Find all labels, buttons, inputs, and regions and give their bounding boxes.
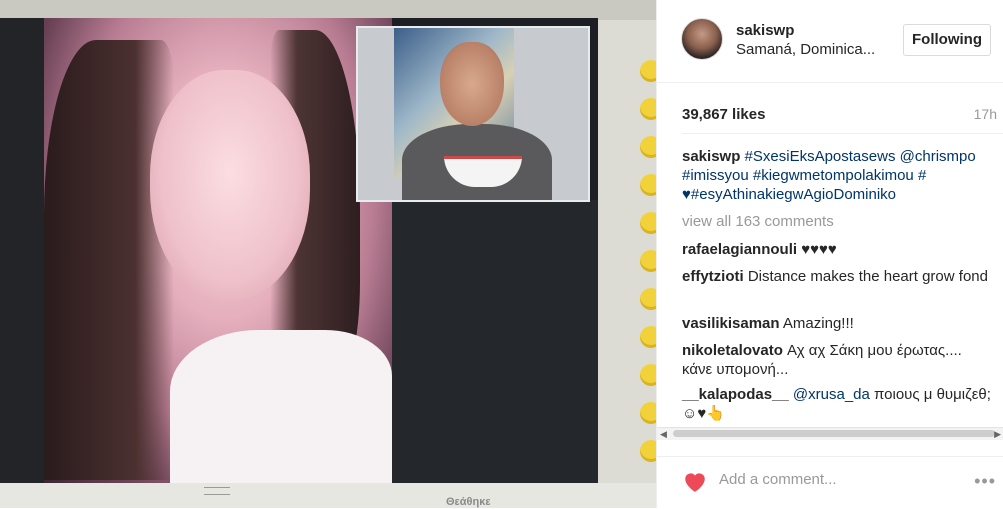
following-button[interactable]: Following (903, 24, 991, 56)
smiley-icon (640, 402, 656, 424)
comment-item: vasilikisaman Amazing!!! (682, 314, 992, 333)
resize-grip-icon (204, 487, 230, 495)
smiley-icon (640, 60, 656, 82)
emoji-strip (640, 60, 656, 508)
hashtag-link[interactable]: #kiegwmetompolakimou (753, 167, 914, 184)
post-panel: sakiswp Samaná, Dominica... Following 39… (656, 0, 1003, 508)
heart-icon[interactable] (682, 469, 708, 493)
comment-item: rafaelagiannouli ♥♥♥♥ (682, 240, 992, 259)
post-caption: sakiswp #SxesiEksApostasews @chrismpo #i… (682, 147, 1000, 204)
add-comment-input[interactable]: Add a comment... (719, 471, 837, 488)
hashtag-link[interactable]: #SxesiEksApostasews (745, 148, 896, 165)
smiley-icon (640, 136, 656, 158)
smiley-icon (640, 212, 656, 234)
woman-shirt (170, 330, 392, 483)
monitor-bottom (0, 483, 656, 508)
smiley-icon (640, 250, 656, 272)
view-all-comments-link[interactable]: view all 163 comments (682, 213, 834, 230)
caption-username[interactable]: sakiswp (682, 148, 740, 165)
comment-username[interactable]: rafaelagiannouli (682, 241, 797, 258)
smiley-icon (640, 440, 656, 462)
avatar[interactable] (681, 18, 723, 60)
seen-label: Θεάθηκε (446, 496, 491, 508)
comment-text: Amazing!!! (782, 315, 854, 332)
smiley-icon (640, 174, 656, 196)
post-header: sakiswp Samaná, Dominica... Following (657, 0, 1003, 83)
likes-count[interactable]: 39,867 likes (682, 106, 765, 123)
woman-face (150, 70, 310, 300)
monitor-bezel (0, 0, 656, 20)
comment-mention-link[interactable]: @xrusa_da (793, 386, 870, 403)
more-options-icon[interactable]: ••• (974, 471, 996, 492)
post-photo[interactable]: Θεάθηκε (0, 0, 656, 508)
pip-video-man (356, 26, 590, 202)
horizontal-scrollbar[interactable]: ◀ ▶ (657, 427, 1003, 440)
comment-username[interactable]: effytzioti (682, 268, 744, 285)
hair-left (44, 40, 174, 480)
smiley-icon (640, 326, 656, 348)
comment-username[interactable]: __kalapodas__ (682, 386, 789, 403)
comment-item: __kalapodas__ @xrusa_da ποιους μ θυμιζεθ… (682, 385, 992, 423)
smiley-icon (640, 288, 656, 310)
comment-text: ♥♥♥♥ (801, 241, 837, 258)
scrollbar-thumb[interactable] (673, 430, 995, 437)
smiley-icon (640, 98, 656, 120)
hashtag-link[interactable]: ♥#esyAthinakiegwAgioDominiko (682, 186, 896, 203)
dark-background (392, 200, 598, 483)
post-footer: Add a comment... ••• (657, 456, 1003, 509)
post-timestamp[interactable]: 17h (974, 106, 997, 122)
smiley-icon (640, 364, 656, 386)
username-link[interactable]: sakiswp (736, 22, 794, 39)
man-head (440, 42, 504, 126)
comment-username[interactable]: vasilikisaman (682, 315, 780, 332)
screen-edge (0, 18, 44, 488)
comment-item: effytzioti Distance makes the heart grow… (682, 267, 992, 286)
hashtag-link[interactable]: # (918, 167, 926, 184)
mention-link[interactable]: @chrismpo (900, 148, 976, 165)
scroll-right-arrow-icon[interactable]: ▶ (994, 429, 1001, 440)
comment-text: Distance makes the heart grow fond (747, 268, 988, 285)
comment-item: nikoletalovato Αχ αχ Σάκη μου έρωτας....… (682, 341, 992, 379)
scroll-left-arrow-icon[interactable]: ◀ (660, 429, 667, 440)
comment-username[interactable]: nikoletalovato (682, 342, 783, 359)
hashtag-link[interactable]: #imissyou (682, 167, 749, 184)
location-link[interactable]: Samaná, Dominica... (736, 41, 875, 58)
divider (682, 133, 1003, 134)
